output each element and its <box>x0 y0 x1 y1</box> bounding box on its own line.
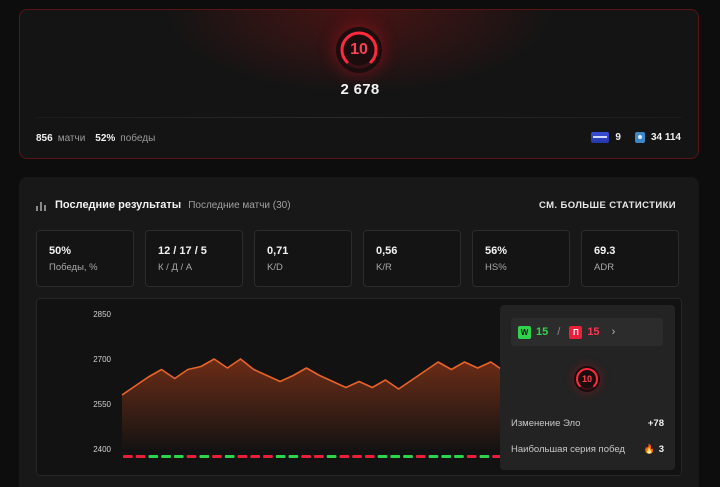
result-marker <box>199 455 210 458</box>
result-marker <box>390 455 401 458</box>
result-marker <box>352 455 362 458</box>
stat-value: 0,71 <box>267 245 289 257</box>
stat-card-adr: 69.3 ADR <box>581 230 679 287</box>
points-value: 34 114 <box>650 132 681 143</box>
result-marker <box>364 455 375 458</box>
recent-results-panel: Последние результаты Последние матчи (30… <box>19 177 699 487</box>
result-marker <box>123 455 133 458</box>
result-marker <box>275 455 286 458</box>
elo-value: 2 678 <box>340 81 380 98</box>
result-marker <box>466 455 477 458</box>
stat-label: K/D <box>267 262 283 273</box>
win-loss-toggle[interactable]: W 15 / П 15 › <box>511 318 663 346</box>
win-loss-separator: / <box>557 326 561 338</box>
panel-subtitle: Последние матчи (30) <box>188 199 291 211</box>
match-summary: W 15 / П 15 › 10 Изменение Эло +78 Наибо… <box>500 305 675 470</box>
stat-label: К / Д / А <box>158 262 193 273</box>
result-marker <box>212 455 222 458</box>
win-streak-row: Наибольшая серия побед 🔥 3 <box>511 444 664 455</box>
elo-change-value: +78 <box>647 418 664 429</box>
cup-icon <box>634 132 645 143</box>
result-marker <box>173 455 184 458</box>
result-marker <box>301 455 311 458</box>
fire-icon: 🔥 <box>643 444 655 454</box>
hero-stats: 856 матчи 52% победы <box>36 133 155 144</box>
result-marker <box>135 455 146 458</box>
y-tick-label: 2550 <box>93 400 111 409</box>
matches-count: 856 <box>36 133 53 144</box>
more-stats-link[interactable]: СМ. БОЛЬШЕ СТАТИСТИКИ <box>539 200 676 211</box>
bar-chart-icon <box>36 200 47 211</box>
result-marker <box>403 455 413 458</box>
stat-card-kr: 0,56 K/R <box>363 230 461 287</box>
chevron-right-icon[interactable]: › <box>612 326 616 338</box>
result-marker <box>237 455 248 458</box>
side-skill-level-badge: 10 <box>574 366 600 392</box>
side-level-number: 10 <box>581 374 592 384</box>
win-streak-value: 3 <box>658 444 664 455</box>
stat-card-winrate: 50% Победы, % <box>36 230 134 287</box>
stat-value: 50% <box>49 245 72 257</box>
result-marker <box>186 455 197 458</box>
stat-value: 56% <box>485 245 508 257</box>
result-marker <box>428 455 439 458</box>
stat-label: HS% <box>485 262 507 273</box>
profile-hero: 10 2 678 856 матчи 52% победы 9 34 114 <box>19 9 699 159</box>
stat-label: ADR <box>594 262 615 273</box>
stat-value: 0,56 <box>376 245 398 257</box>
stat-label: K/R <box>376 262 392 273</box>
y-tick-label: 2700 <box>93 355 111 364</box>
panel-title: Последние результаты <box>55 199 182 211</box>
stat-card-hs: 56% HS% <box>472 230 570 287</box>
result-marker <box>326 455 337 458</box>
result-marker <box>479 455 490 458</box>
stat-card-kda: 12 / 17 / 5 К / Д / А <box>145 230 243 287</box>
result-marker <box>441 455 452 458</box>
result-marker <box>339 455 350 458</box>
result-marker <box>415 455 426 458</box>
panel-header: Последние результаты Последние матчи (30… <box>36 199 291 211</box>
skill-level-number: 10 <box>350 41 368 58</box>
win-badge: W <box>518 325 531 339</box>
result-marker <box>288 455 299 458</box>
matches-label: матчи <box>57 133 86 144</box>
stat-label: Победы, % <box>49 262 98 273</box>
card-count: 9 <box>615 132 621 143</box>
elo-chart: 2850 2700 2550 2400 <box>93 310 505 458</box>
hero-currency: 9 34 114 <box>591 132 681 143</box>
skill-level-badge: 10 <box>336 27 382 73</box>
stat-card-kd: 0,71 K/D <box>254 230 352 287</box>
result-marker <box>314 455 324 458</box>
wins-label: победы <box>120 133 156 144</box>
elo-change-row: Изменение Эло +78 <box>511 418 664 429</box>
result-marker <box>148 455 159 458</box>
stats-row: 50% Победы, % 12 / 17 / 5 К / Д / А 0,71… <box>36 230 679 287</box>
win-streak-label: Наибольшая серия побед <box>511 444 625 455</box>
wins-count: 15 <box>536 326 549 338</box>
elo-change-label: Изменение Эло <box>511 418 581 429</box>
result-marker <box>377 455 388 458</box>
stat-value: 12 / 17 / 5 <box>158 245 207 257</box>
result-marker <box>250 455 261 458</box>
loss-badge: П <box>569 325 583 339</box>
result-marker <box>161 455 171 458</box>
elo-chart-box: 2850 2700 2550 2400 W 15 / П 15 › 10 Измене… <box>36 298 682 476</box>
result-marker <box>454 455 464 458</box>
losses-count: 15 <box>587 326 600 338</box>
hero-divider <box>36 117 682 118</box>
y-tick-label: 2850 <box>93 310 111 319</box>
y-tick-label: 2400 <box>93 445 111 454</box>
stat-value: 69.3 <box>594 245 616 257</box>
wins-percent: 52% <box>95 133 116 144</box>
result-marker <box>263 455 273 458</box>
result-marker <box>224 455 235 458</box>
card-icon <box>591 132 610 143</box>
